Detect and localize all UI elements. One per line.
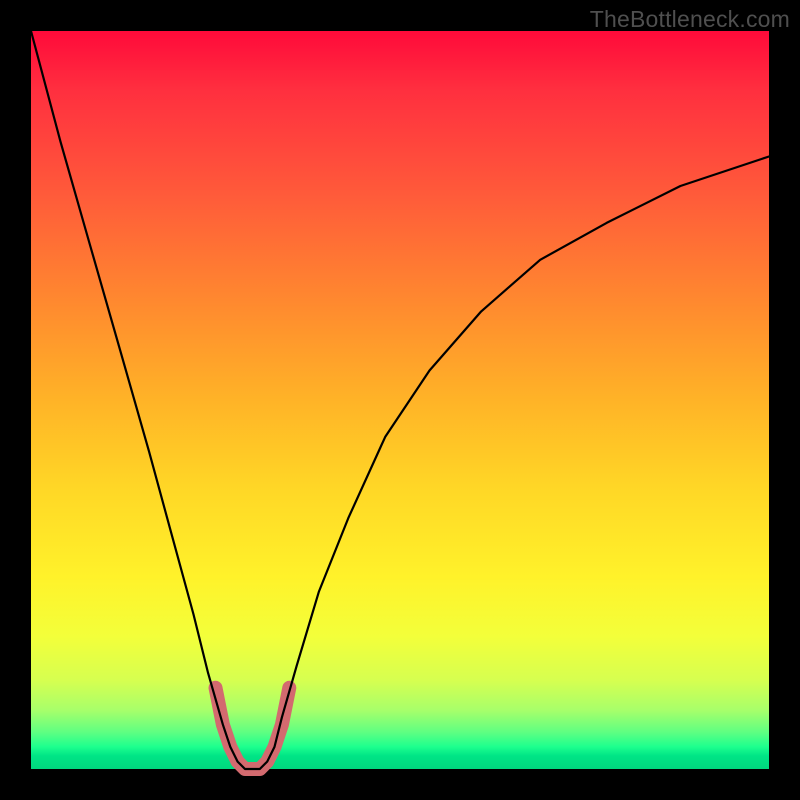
chart-frame: TheBottleneck.com bbox=[0, 0, 800, 800]
chart-svg bbox=[31, 31, 769, 769]
watermark-text: TheBottleneck.com bbox=[590, 6, 790, 33]
curve-line bbox=[31, 31, 769, 769]
